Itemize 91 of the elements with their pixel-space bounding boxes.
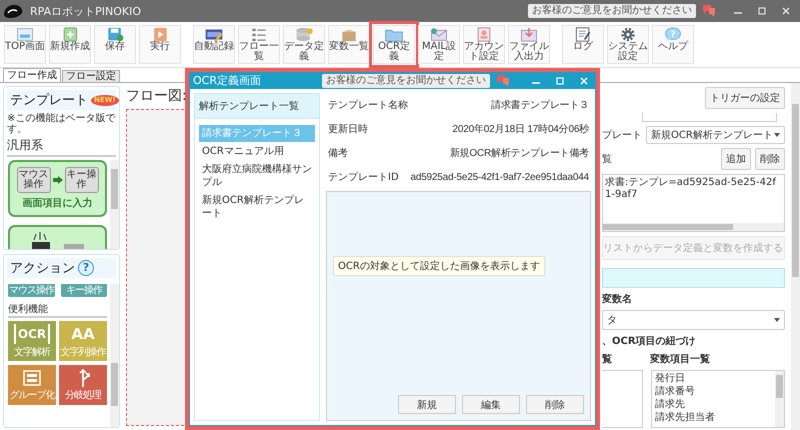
- folder-icon: [383, 27, 405, 42]
- toolbar-button[interactable]: MAIL設定: [418, 25, 460, 64]
- variable-dropdown[interactable]: タ: [602, 310, 785, 330]
- list-label: 覧: [602, 352, 613, 366]
- speech-bubble-icon[interactable]: [702, 4, 716, 18]
- help-icon[interactable]: ?: [78, 260, 94, 276]
- scrollbar[interactable]: [110, 160, 119, 249]
- group-label: 便利機能: [8, 302, 107, 318]
- template-dropdown[interactable]: 新規OCR解析テンプレート: [646, 126, 785, 144]
- list-item[interactable]: OCRマニュアル用: [199, 143, 315, 160]
- maximize-icon[interactable]: [554, 74, 566, 86]
- list-item[interactable]: 請求先: [655, 398, 772, 411]
- tab[interactable]: フロー作成: [3, 68, 61, 82]
- close-icon[interactable]: [578, 74, 590, 86]
- scrollbar[interactable]: [791, 83, 800, 430]
- field-label: プレート: [602, 128, 642, 142]
- action-tile[interactable]: 分岐処理: [59, 365, 107, 405]
- feedback-button[interactable]: お客様のご意見をお聞かせください: [528, 4, 696, 18]
- field-value: 新規OCR解析テンプレート備考: [450, 146, 589, 160]
- dialog-button[interactable]: 編集: [462, 395, 520, 414]
- app-title: RPAロボットPINOKIO: [30, 4, 141, 18]
- field-label: 覧: [602, 153, 613, 166]
- toolbar-button[interactable]: 自動記録: [193, 25, 235, 64]
- add-button[interactable]: 追加: [721, 148, 751, 170]
- scrollbar[interactable]: [603, 223, 784, 231]
- field-label: テンプレート名称: [328, 98, 408, 112]
- toolbar-button[interactable]: ログ: [562, 25, 604, 64]
- card-label: 画面項目に入力: [22, 196, 92, 210]
- download-icon: [518, 27, 540, 42]
- template-list[interactable]: 解析テンプレート一覧 請求書テンプレート３ OCRマニュアル用 大阪府立病院機構様サンプル 新規OCR解析テンプレート: [194, 93, 320, 421]
- toolbar-button[interactable]: 新規作成: [49, 25, 91, 64]
- close-icon[interactable]: [780, 5, 792, 17]
- template-card[interactable]: マウス操作 キー操作 画面項目に入力: [8, 160, 107, 217]
- list-item[interactable]: 請求先担当者: [655, 411, 772, 424]
- list-label: 変数項目一覧: [650, 352, 710, 366]
- letters-icon: AA: [69, 324, 97, 344]
- beta-note: ※この機能はベータ版です。: [6, 113, 116, 135]
- list-item[interactable]: 大阪府立病院機構様サンプル: [199, 161, 315, 191]
- list-item[interactable]: 新規OCR解析テンプレート: [199, 192, 315, 222]
- toolbar-button[interactable]: ファイル入出力: [508, 25, 550, 64]
- delete-button[interactable]: 削除: [755, 148, 785, 170]
- list-item[interactable]: 請求番号: [655, 385, 772, 398]
- field-value: ad5925ad-5e25-42f1-9af7-2ee951daa044: [410, 172, 589, 182]
- dialog-button[interactable]: 削除: [526, 395, 584, 414]
- tooltip: OCRの対象として設定した画像を表示します: [333, 256, 545, 276]
- field-label: テンプレートID: [328, 170, 399, 184]
- trigger-settings-button[interactable]: トリガーの設定: [705, 87, 785, 109]
- field-value: 請求書テンプレート３: [490, 98, 589, 112]
- toolbar-button[interactable]: 実行: [139, 25, 181, 64]
- tab[interactable]: フロー設定: [62, 70, 120, 82]
- feedback-button[interactable]: お客様のご意見をお聞かせください: [322, 74, 490, 88]
- field-label: 備考: [328, 146, 348, 160]
- dialog-title: OCR定義画面: [193, 73, 261, 88]
- section-title: アクション: [10, 260, 75, 277]
- field-label: 、OCR項目の紐づけ: [602, 335, 697, 348]
- envelope-icon: [428, 27, 450, 42]
- section-title: テンプレート: [10, 92, 88, 109]
- text-field[interactable]: [642, 113, 777, 122]
- field-value: 2020年02月18日 17時04分06秒: [452, 122, 589, 136]
- toolbar-button[interactable]: フロー一覧: [238, 25, 280, 64]
- toolbar-button[interactable]: ? ヘルプ: [652, 25, 694, 64]
- list-item[interactable]: 発行日: [655, 372, 772, 385]
- mouse-action-chip: マウス操作: [16, 167, 50, 193]
- dialog-button[interactable]: 新規: [398, 395, 456, 414]
- scrollbar[interactable]: [775, 371, 784, 427]
- toolbar-button[interactable]: アカウント設定: [463, 25, 505, 64]
- film-strip-icon: [203, 27, 225, 42]
- speech-bubble-icon[interactable]: [496, 74, 510, 88]
- field-label: 更新日時: [328, 122, 368, 136]
- toolbar-button[interactable]: TOP画面: [4, 25, 46, 64]
- toolbar-button[interactable]: データ定義: [283, 25, 325, 64]
- caret-icon: [774, 318, 780, 322]
- flow-title: フロー図:: [126, 87, 187, 105]
- list-header: 解析テンプレート一覧: [195, 94, 319, 119]
- right-arrow-icon: [52, 176, 62, 184]
- text-area[interactable]: 求書:テンプレ=ad5925ad-5e25-42f1-9af7: [602, 174, 785, 232]
- caret-icon: [774, 133, 780, 137]
- toolbar-button[interactable]: システム設定: [607, 25, 649, 64]
- field-label: 変数名: [602, 292, 633, 306]
- robot-logo-icon: [2, 2, 24, 20]
- key-action-chip: キー操作: [64, 167, 98, 193]
- help-icon: ?: [662, 27, 684, 42]
- category-label: 汎用系: [7, 137, 116, 157]
- list-box[interactable]: 発行日 請求番号 請求先 請求先担当者: [651, 370, 785, 428]
- toolbar-button[interactable]: 変数一覧: [328, 25, 370, 64]
- template-card[interactable]: [8, 225, 107, 249]
- toolbar-button[interactable]: 保存: [94, 25, 136, 64]
- list-box[interactable]: [602, 370, 643, 428]
- scrollbar[interactable]: [110, 284, 119, 427]
- maximize-icon[interactable]: [756, 5, 768, 17]
- screen-thumbnail-icon: [14, 27, 36, 42]
